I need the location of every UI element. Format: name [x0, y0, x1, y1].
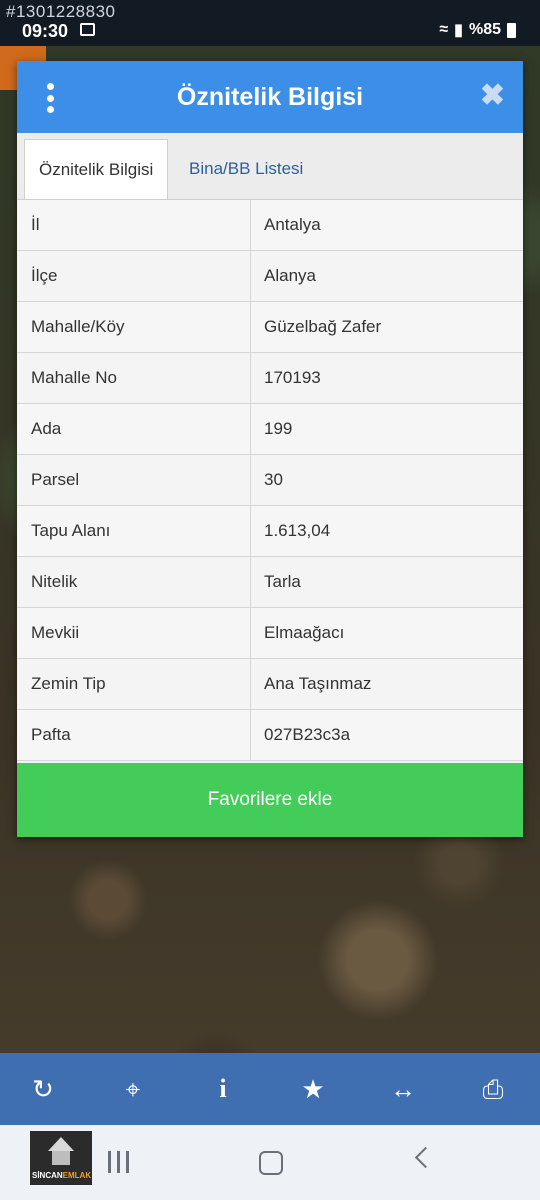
row-key: Nitelik	[31, 572, 78, 591]
add-favorite-button[interactable]: Favorilere ekle	[17, 763, 523, 837]
print-icon[interactable]: ⎙	[473, 1069, 513, 1109]
table-row: Pafta 027B23c3a	[17, 710, 523, 761]
home-icon[interactable]	[259, 1151, 283, 1175]
table-row: İlçe Alanya	[17, 251, 523, 302]
row-value: Elmaağacı	[264, 623, 345, 642]
dialog-header: Öznitelik Bilgisi ✖	[17, 61, 523, 133]
row-key: İlçe	[31, 266, 58, 285]
table-row: Nitelik Tarla	[17, 557, 523, 608]
row-value: 1.613,04	[264, 521, 331, 540]
house-icon	[48, 1137, 74, 1151]
row-key: Ada	[31, 419, 62, 438]
back-icon[interactable]	[414, 1146, 437, 1169]
row-value: Ana Taşınmaz	[264, 674, 372, 693]
signal-icon: ▮	[454, 22, 463, 39]
table-row: Parsel 30	[17, 455, 523, 506]
refresh-icon[interactable]: ↻	[23, 1069, 63, 1109]
status-bar: #1301228830 09:30 ≈ ▮ %85	[0, 0, 540, 46]
measure-icon[interactable]: ↔	[383, 1069, 423, 1109]
star-icon[interactable]: ★	[293, 1069, 333, 1109]
row-value: Tarla	[264, 572, 301, 591]
row-value: Antalya	[264, 215, 321, 234]
table-row: Ada 199	[17, 404, 523, 455]
status-icons: ≈ ▮ %85	[439, 20, 516, 40]
recent-apps-icon[interactable]	[108, 1151, 129, 1173]
gallery-icon	[80, 23, 95, 36]
row-value: 170193	[264, 368, 321, 387]
close-icon[interactable]: ✖	[480, 81, 505, 111]
logo-text: SİNCANEMLAK	[32, 1171, 92, 1180]
row-key: Zemin Tip	[31, 674, 106, 693]
dialog-tabs: Öznitelik Bilgisi Bina/BB Listesi	[17, 133, 523, 200]
row-key: Tapu Alanı	[31, 521, 111, 540]
listing-id-watermark: #1301228830	[6, 2, 116, 21]
wifi-icon: ≈	[439, 21, 449, 38]
table-row: Mevkii Elmaağacı	[17, 608, 523, 659]
table-row: Zemin Tip Ana Taşınmaz	[17, 659, 523, 710]
row-value: 027B23c3a	[264, 725, 351, 744]
attribute-dialog: Öznitelik Bilgisi ✖ Öznitelik Bilgisi Bi…	[17, 61, 523, 837]
battery-icon	[507, 22, 516, 38]
table-row: Tapu Alanı 1.613,04	[17, 506, 523, 557]
row-key: Mevkii	[31, 623, 80, 642]
row-key: Mahalle No	[31, 368, 117, 387]
table-row: Mahalle No 170193	[17, 353, 523, 404]
table-row: Mahalle/Köy Güzelbağ Zafer	[17, 302, 523, 353]
status-time: 09:30	[22, 21, 69, 41]
row-value: Alanya	[264, 266, 316, 285]
row-key: İl	[31, 215, 40, 234]
map-toolbar: ↻ ⌖ i ★ ↔ ⎙	[0, 1053, 540, 1125]
row-value: Güzelbağ Zafer	[264, 317, 382, 336]
dialog-title: Öznitelik Bilgisi	[176, 83, 364, 111]
locate-icon[interactable]: ⌖	[113, 1069, 153, 1109]
row-value: 199	[264, 419, 293, 438]
row-key: Parsel	[31, 470, 80, 489]
tab-attribute-info[interactable]: Öznitelik Bilgisi	[24, 139, 169, 199]
table-row: İl Antalya	[17, 200, 523, 251]
attribute-table: İl Antalya İlçe Alanya Mahalle/Köy Güzelbağ…	[17, 200, 523, 761]
battery-percent: %85	[468, 21, 501, 38]
brand-logo: SİNCANEMLAK	[30, 1131, 92, 1185]
info-icon[interactable]: i	[203, 1069, 243, 1109]
row-key: Mahalle/Köy	[31, 317, 125, 336]
row-value: 30	[264, 470, 283, 489]
row-key: Pafta	[31, 725, 71, 744]
tab-building-list[interactable]: Bina/BB Listesi	[175, 139, 317, 199]
